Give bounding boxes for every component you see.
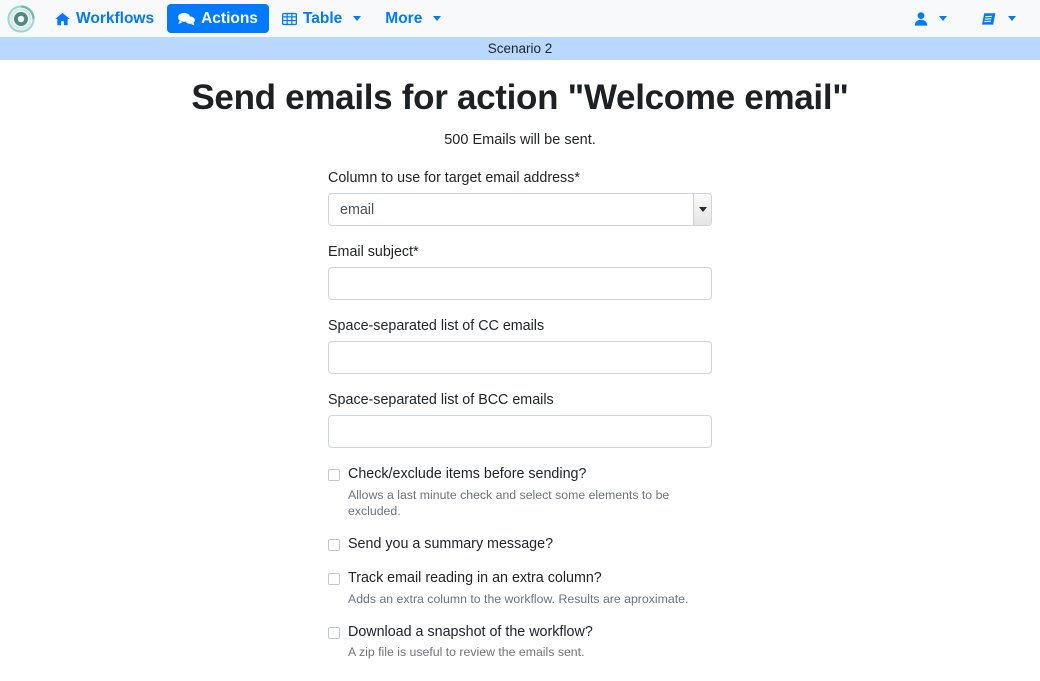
docs-menu[interactable]	[977, 5, 1020, 33]
comments-icon	[178, 12, 195, 26]
ontask-ring-logo[interactable]	[6, 4, 36, 34]
checkbox-group-exclude: Check/exclude items before sending? Allo…	[328, 466, 712, 520]
field-group-column: Column to use for target email address* …	[328, 170, 712, 226]
checkbox-summary[interactable]	[328, 538, 340, 551]
nav-item-table[interactable]: Table	[271, 4, 372, 34]
checkbox-track-label[interactable]: Track email reading in an extra column?	[348, 570, 602, 588]
checkbox-exclude-label[interactable]: Check/exclude items before sending?	[348, 466, 586, 484]
page-subtitle: 500 Emails will be sent.	[444, 132, 596, 148]
checkbox-snapshot-label[interactable]: Download a snapshot of the workflow?	[348, 624, 593, 642]
user-menu[interactable]	[910, 5, 951, 33]
field-group-bcc: Space-separated list of BCC emails	[328, 392, 712, 448]
checkbox-group-track: Track email reading in an extra column? …	[328, 570, 712, 608]
label-cc: Space-separated list of CC emails	[328, 318, 545, 334]
page-content: Send emails for action "Welcome email" 5…	[0, 60, 1040, 681]
label-column: Column to use for target email address*	[328, 170, 580, 186]
field-group-subject: Email subject*	[328, 244, 712, 300]
checkbox-snapshot-help: A zip file is useful to review the email…	[348, 645, 585, 660]
label-subject: Email subject*	[328, 244, 419, 260]
bcc-input[interactable]	[328, 415, 712, 448]
checkbox-group-snapshot: Download a snapshot of the workflow? A z…	[328, 624, 712, 662]
subject-input[interactable]	[328, 267, 712, 300]
home-icon	[55, 12, 70, 26]
nav-item-more[interactable]: More	[374, 4, 452, 34]
field-group-cc: Space-separated list of CC emails	[328, 318, 712, 374]
checkbox-exclude-help: Allows a last minute check and select so…	[348, 487, 670, 518]
checkbox-summary-label[interactable]: Send you a summary message?	[348, 536, 553, 554]
navbar-links: Workflows Actions Table More	[44, 3, 452, 34]
checkbox-exclude[interactable]	[328, 469, 340, 481]
book-icon	[981, 12, 997, 26]
navbar-right-links	[910, 5, 1030, 33]
nav-label: Actions	[201, 9, 258, 27]
checkbox-track[interactable]	[328, 572, 340, 585]
checkbox-group-summary: Send you a summary message?	[328, 536, 712, 554]
chevron-down-icon	[1008, 16, 1016, 21]
nav-label: Workflows	[76, 9, 155, 27]
nav-item-workflows[interactable]: Workflows	[44, 4, 165, 34]
chevron-down-icon	[433, 16, 442, 21]
cc-input[interactable]	[328, 341, 712, 374]
nav-item-actions[interactable]: Actions	[167, 3, 269, 34]
send-email-form: Column to use for target email address* …	[328, 170, 712, 681]
table-grid-icon	[281, 12, 297, 26]
nav-label: More	[385, 9, 423, 27]
scenario-label: Scenario 2	[487, 41, 553, 56]
label-bcc: Space-separated list of BCC emails	[328, 392, 554, 408]
nav-label: Table	[302, 9, 343, 27]
user-icon	[914, 11, 928, 26]
column-select[interactable]: email	[328, 193, 712, 226]
checkbox-track-help: Adds an extra column to the workflow. Re…	[348, 591, 689, 606]
scenario-banner: Scenario 2	[0, 37, 1040, 60]
checkbox-snapshot[interactable]	[328, 626, 340, 639]
page-title: Send emails for action "Welcome email"	[191, 78, 849, 117]
chevron-down-icon	[939, 16, 947, 21]
top-navbar: Workflows Actions Table More	[0, 0, 1040, 37]
chevron-down-icon	[353, 16, 362, 21]
